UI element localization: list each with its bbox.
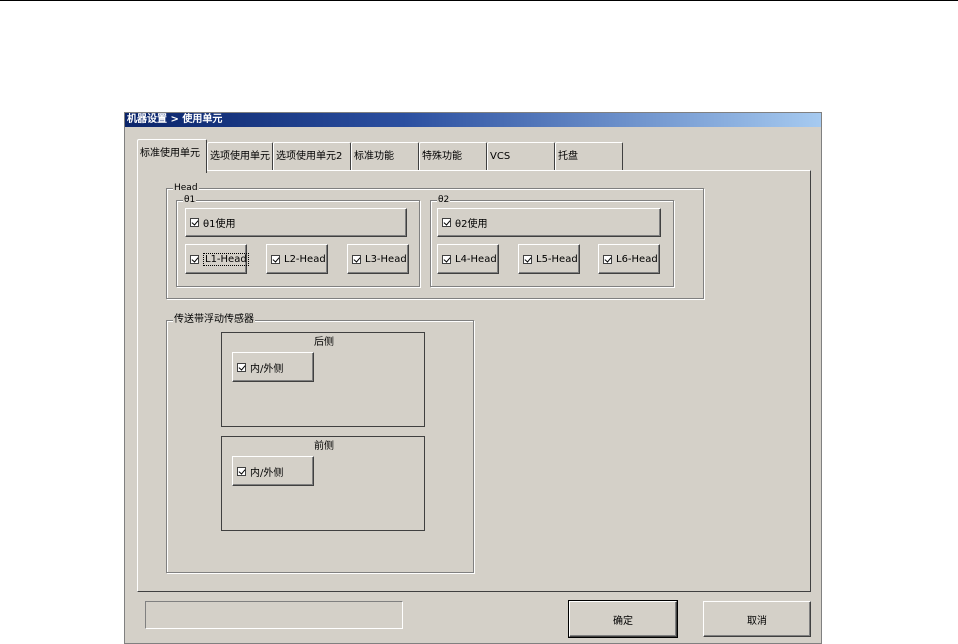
tab-label: VCS: [490, 151, 511, 162]
tab-panel-standard-units: Head θ1 θ1使用 L1-Head L2-Head L3-Head θ2 …: [137, 170, 811, 592]
l4-head-checkbox[interactable]: L4-Head: [437, 244, 499, 274]
tab-label: 标准功能: [354, 151, 394, 162]
tab-label: 选项使用单元: [210, 151, 270, 162]
tab-label: 标准使用单元: [140, 148, 200, 159]
rear-side-box: 后侧 内/外侧: [221, 332, 425, 427]
tab-special-functions[interactable]: 特殊功能: [419, 142, 487, 171]
head-group-label: Head: [173, 182, 199, 194]
beam2-group: θ2 θ2使用 L4-Head L5-Head L6-Head: [430, 194, 674, 287]
tab-optional-units[interactable]: 选项使用单元: [207, 142, 273, 171]
front-inner-outer-checkbox[interactable]: 内/外侧: [232, 456, 314, 486]
machine-settings-dialog: 机器设置 > 使用单元 标准使用单元 选项使用单元 选项使用单元2 标准功能 特…: [124, 112, 822, 644]
l1-head-checkbox[interactable]: L1-Head: [185, 244, 249, 274]
tab-label: 特殊功能: [422, 151, 462, 162]
checkbox-checked-icon: [237, 466, 246, 476]
rear-inner-outer-checkbox[interactable]: 内/外侧: [232, 352, 314, 382]
checkbox-checked-icon: [190, 254, 199, 264]
dialog-title-bar: 机器设置 > 使用单元: [125, 113, 821, 127]
tab-optional-units-2[interactable]: 选项使用单元2: [273, 142, 351, 171]
beam1-group-label: θ1: [183, 194, 197, 206]
ok-button[interactable]: 确定: [568, 600, 678, 638]
checkbox-checked-icon: [271, 254, 280, 264]
checkbox-checked-icon: [237, 362, 246, 372]
l6-head-checkbox[interactable]: L6-Head: [598, 244, 660, 274]
tab-standard-functions[interactable]: 标准功能: [351, 142, 419, 171]
l2-head-checkbox[interactable]: L2-Head: [266, 244, 328, 274]
l3-head-checkbox[interactable]: L3-Head: [347, 244, 409, 274]
beam2-group-label: θ2: [437, 194, 451, 206]
conveyor-sensor-group-label: 传送带浮动传感器: [173, 314, 255, 326]
l1-head-label: L1-Head: [203, 252, 249, 266]
rear-inner-outer-label: 内/外侧: [250, 363, 284, 375]
tab-standard-units[interactable]: 标准使用单元: [137, 139, 207, 173]
l2-head-label: L2-Head: [284, 253, 326, 265]
conveyor-sensor-group: 传送带浮动传感器 后侧 内/外侧 前侧 内/外侧: [166, 314, 474, 573]
l5-head-label: L5-Head: [536, 253, 578, 265]
tab-label: 托盘: [558, 151, 578, 162]
cancel-button[interactable]: 取消: [703, 601, 811, 637]
checkbox-checked-icon: [442, 254, 451, 264]
tab-vcs[interactable]: VCS: [487, 142, 555, 171]
beam1-use-checkbox[interactable]: θ1使用: [185, 208, 407, 237]
l5-head-checkbox[interactable]: L5-Head: [518, 244, 580, 274]
checkbox-checked-icon: [442, 218, 451, 227]
tab-label: 选项使用单元2: [276, 151, 343, 162]
checkbox-checked-icon: [523, 254, 532, 264]
front-inner-outer-label: 内/外侧: [250, 467, 284, 479]
l4-head-label: L4-Head: [455, 253, 497, 265]
l3-head-label: L3-Head: [365, 253, 407, 265]
head-group: Head θ1 θ1使用 L1-Head L2-Head L3-Head θ2 …: [166, 182, 704, 299]
cancel-button-label: 取消: [747, 615, 767, 627]
l6-head-label: L6-Head: [616, 253, 658, 265]
beam2-use-label: θ2使用: [455, 219, 488, 230]
front-side-box: 前侧 内/外侧: [221, 436, 425, 531]
beam1-use-label: θ1使用: [203, 219, 236, 230]
dialog-title: 机器设置 > 使用单元: [127, 114, 223, 125]
checkbox-checked-icon: [190, 218, 199, 227]
front-side-label: 前侧: [314, 441, 334, 452]
beam1-group: θ1 θ1使用 L1-Head L2-Head L3-Head: [176, 194, 420, 287]
tab-tray[interactable]: 托盘: [555, 142, 623, 171]
checkbox-checked-icon: [603, 254, 612, 264]
ok-button-label: 确定: [613, 615, 633, 627]
beam2-use-checkbox[interactable]: θ2使用: [437, 208, 661, 237]
page-top-rule: [0, 0, 958, 1]
rear-side-label: 后侧: [314, 337, 334, 348]
status-message-field: [145, 601, 403, 629]
checkbox-checked-icon: [352, 254, 361, 264]
